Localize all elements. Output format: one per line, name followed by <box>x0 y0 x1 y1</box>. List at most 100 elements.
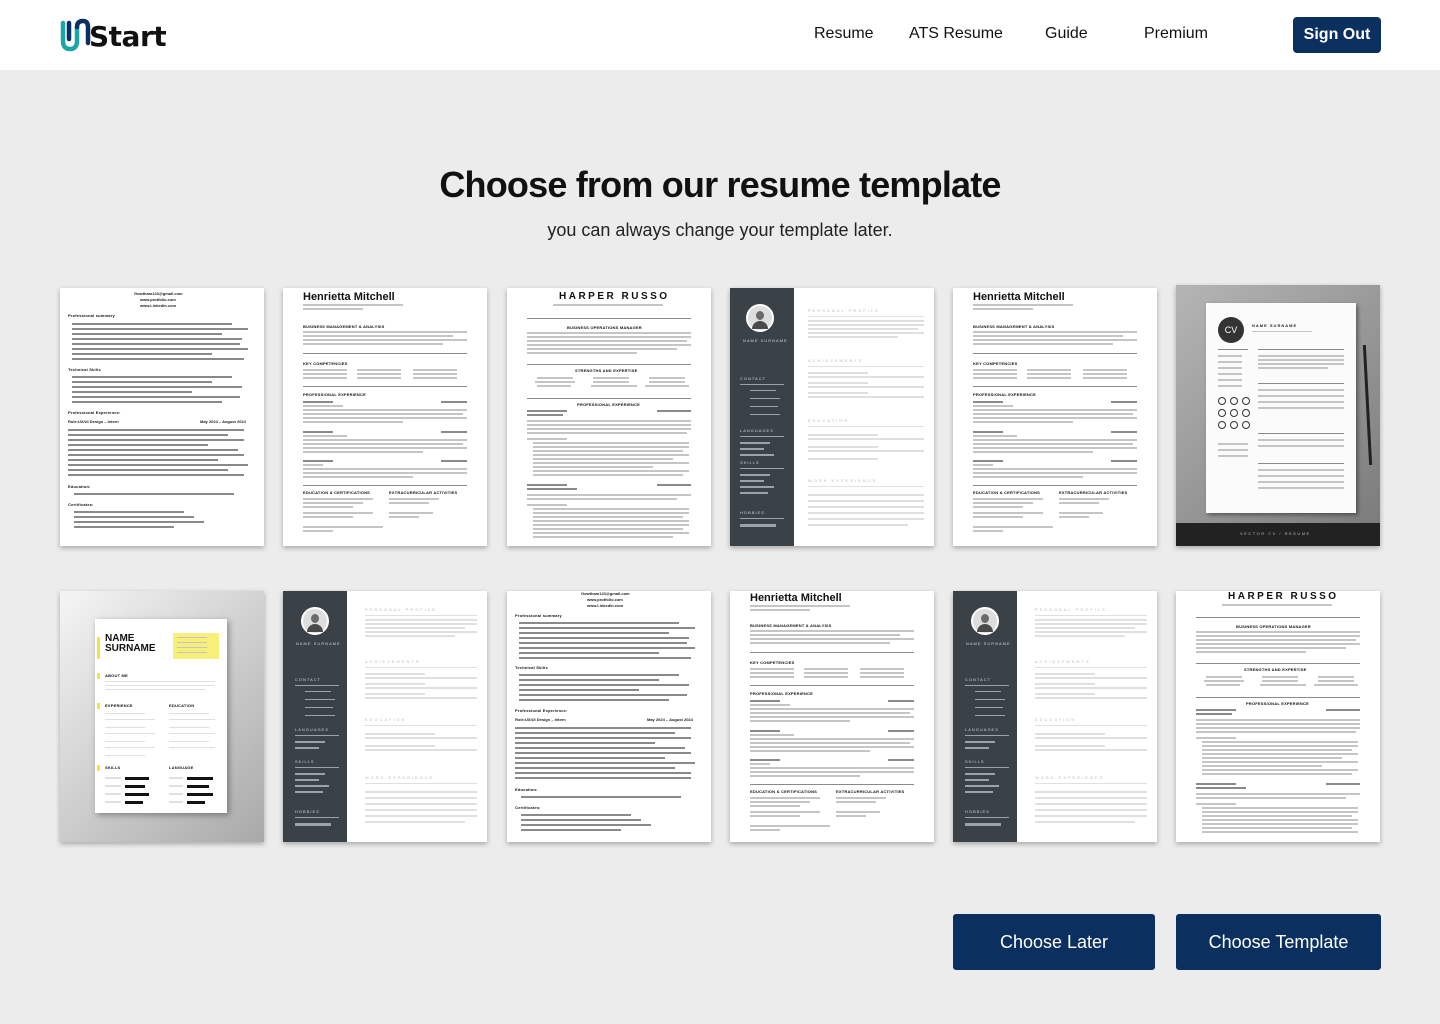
section-heading: LANGUAGE <box>169 765 194 770</box>
section-heading: KEY COMPETENCIES <box>303 361 348 366</box>
section-heading: PROFESSIONAL EXPERIENCE <box>577 402 640 407</box>
section-heading: ABOUT ME <box>105 673 128 678</box>
dates-line: May 2024 – August 2024 <box>200 419 246 424</box>
linkedin-line: www.Linkedln.com <box>140 303 177 308</box>
section-heading: Certificates: <box>515 805 541 810</box>
section-heading: EXPERIENCE <box>105 703 133 708</box>
section-heading: BUSINESS MANAGEMENT & ANALYSIS <box>303 324 385 329</box>
footer-label: VECTOR CV / RESUME <box>1240 531 1311 536</box>
section-heading: EXTRACURRICULAR ACTIVITIES <box>389 490 458 495</box>
side-heading: LANGUAGES <box>965 727 999 732</box>
template-name: HARPER RUSSO <box>559 291 670 302</box>
section-heading: BUSINESS OPERATIONS MANAGER <box>567 325 642 330</box>
template-card-henrietta-alt[interactable]: Henrietta Mitchell BUSINESS MANAGEMENT &… <box>953 288 1157 546</box>
section-heading: EDUCATION & CERTIFICATIONS <box>973 490 1041 495</box>
avatar <box>301 607 329 635</box>
template-card-henrietta[interactable]: Henrietta Mitchell BUSINESS MANAGEMENT &… <box>283 288 487 546</box>
section-heading: SKILLS <box>105 765 121 770</box>
nav-link-guide[interactable]: Guide <box>1045 25 1088 43</box>
section-heading: PROFESSIONAL EXPERIENCE <box>973 392 1036 397</box>
section-heading: Professional summary <box>68 313 115 318</box>
section-heading: EDUCATION <box>169 703 195 708</box>
choose-later-button[interactable]: Choose Later <box>953 914 1155 970</box>
section-heading: PROFESSIONAL EXPERIENCE <box>750 691 813 696</box>
section-heading: PROFESSIONAL EXPERIENCE <box>1246 701 1309 706</box>
section-heading: EXTRACURRICULAR ACTIVITIES <box>1059 490 1128 495</box>
section-heading: WORK EXPERIENCE <box>365 775 435 780</box>
side-heading: HOBBIES <box>965 809 990 814</box>
avatar <box>971 607 999 635</box>
section-heading: STRENGTHS AND EXPERTISE <box>1244 667 1307 672</box>
template-card-dark-sidebar-alt[interactable]: NAME SURNAME CONTACT LANGUAGES SKILLS HO… <box>283 591 487 842</box>
template-card-vector-cv[interactable]: VECTOR CV / RESUME CV NAME SURNAME <box>1176 285 1380 546</box>
section-heading: ACHIEVEMENTS <box>365 659 421 664</box>
logo-mark-icon <box>60 18 91 52</box>
role-line: Role:UX/UI Design – Intern <box>515 717 566 722</box>
template-name: NAME SURNAME <box>1252 323 1298 328</box>
template-card-harper-russo[interactable]: HARPER RUSSO BUSINESS OPERATIONS MANAGER… <box>507 288 711 546</box>
side-heading: SKILLS <box>740 460 760 465</box>
template-card-dark-sidebar[interactable]: NAME SURNAME CONTACT LANGUAGES SKILLS HO… <box>730 288 934 546</box>
template-card-text-resume[interactable]: Gowtham123@gmail.com www.protfolio.com w… <box>60 288 264 546</box>
template-card-harper-russo-alt[interactable]: HARPER RUSSO BUSINESS OPERATIONS MANAGER… <box>1176 591 1380 842</box>
section-heading: Professional Experience: <box>515 708 568 713</box>
nav-link-premium[interactable]: Premium <box>1144 25 1208 43</box>
template-name: HARPER RUSSO <box>1228 591 1339 602</box>
top-navigation-bar: Start Resume ATS Resume Guide Premium Si… <box>0 0 1440 70</box>
side-heading: CONTACT <box>740 376 767 381</box>
nav-link-ats-resume[interactable]: ATS Resume <box>909 25 1003 43</box>
brand-logo[interactable]: Start <box>58 16 167 56</box>
template-surname: SURNAME <box>105 643 156 654</box>
sign-out-button[interactable]: Sign Out <box>1293 17 1381 53</box>
side-heading: HOBBIES <box>740 510 765 515</box>
template-name: NAME SURNAME <box>296 641 341 646</box>
side-heading: SKILLS <box>295 759 315 764</box>
section-heading: BUSINESS MANAGEMENT & ANALYSIS <box>973 324 1055 329</box>
section-heading: EDUCATION <box>808 418 850 423</box>
section-heading: STRENGTHS AND EXPERTISE <box>575 368 638 373</box>
section-heading: WORK EXPERIENCE <box>808 478 878 483</box>
portfolio-line: www.protfolio.com <box>587 597 623 602</box>
section-heading: Certificates: <box>68 502 94 507</box>
email-line: Gowtham123@gmail.com <box>581 591 630 596</box>
side-heading: LANGUAGES <box>740 428 774 433</box>
section-heading: KEY COMPETENCIES <box>750 660 795 665</box>
section-heading: ACHIEVEMENTS <box>1035 659 1091 664</box>
brand-name: Start <box>89 19 167 53</box>
section-heading: ACHIEVEMENTS <box>808 358 864 363</box>
dates-line: May 2024 – August 2024 <box>647 717 693 722</box>
template-card-henrietta-row2[interactable]: Henrietta Mitchell BUSINESS MANAGEMENT &… <box>730 591 934 842</box>
page-title: Choose from our resume template <box>439 164 1001 205</box>
email-line: Gowtham123@gmail.com <box>134 291 183 296</box>
template-name: NAME SURNAME <box>966 641 1011 646</box>
section-heading: EDUCATION <box>1035 717 1077 722</box>
choose-template-button[interactable]: Choose Template <box>1176 914 1381 970</box>
section-heading: EXTRACURRICULAR ACTIVITIES <box>836 789 905 794</box>
section-heading: EDUCATION & CERTIFICATIONS <box>303 490 371 495</box>
section-heading: Education: <box>515 787 538 792</box>
template-name: NAME SURNAME <box>743 338 788 343</box>
section-heading: Education: <box>68 484 91 489</box>
side-heading: HOBBIES <box>295 809 320 814</box>
section-heading: Professional summary <box>515 613 562 618</box>
side-heading: CONTACT <box>965 677 992 682</box>
nav-link-resume[interactable]: Resume <box>814 25 874 43</box>
section-heading: BUSINESS MANAGEMENT & ANALYSIS <box>750 623 832 628</box>
section-heading: KEY COMPETENCIES <box>973 361 1018 366</box>
template-name: Henrietta Mitchell <box>973 291 1065 303</box>
avatar <box>746 304 774 332</box>
template-card-text-resume-alt[interactable]: Gowtham123@gmail.com www.protfolio.com w… <box>507 591 711 842</box>
section-heading: EDUCATION <box>365 717 407 722</box>
page-subtitle: you can always change your template late… <box>547 220 893 240</box>
section-heading: PERSONAL PROFILE <box>1035 607 1107 612</box>
template-name: Henrietta Mitchell <box>303 291 395 303</box>
section-heading: Professional Experience: <box>68 410 121 415</box>
template-card-yellow-modern[interactable]: NAME SURNAME ABOUT ME EXPERIENCE EDUCATI… <box>60 591 264 842</box>
section-heading: Technical Skills <box>515 665 548 670</box>
side-heading: SKILLS <box>965 759 985 764</box>
section-heading: PROFESSIONAL EXPERIENCE <box>303 392 366 397</box>
linkedin-line: www.Linkedln.com <box>587 603 624 608</box>
template-card-dark-sidebar-alt2[interactable]: NAME SURNAME CONTACT LANGUAGES SKILLS HO… <box>953 591 1157 842</box>
section-heading: EDUCATION & CERTIFICATIONS <box>750 789 818 794</box>
cv-initials-badge: CV <box>1218 317 1244 343</box>
